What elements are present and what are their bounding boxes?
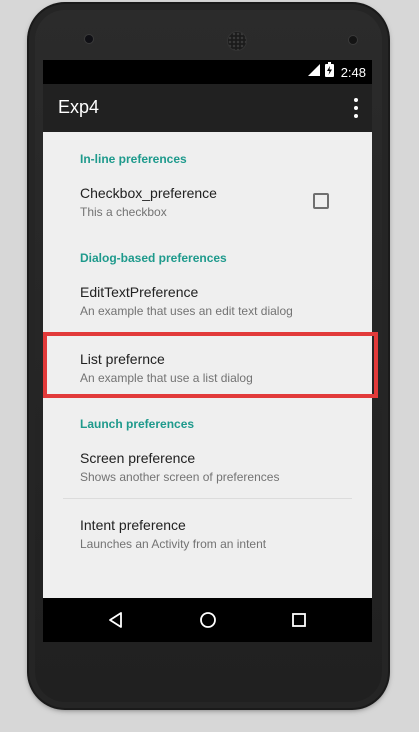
status-time: 2:48 xyxy=(340,64,366,80)
app-bar: Exp4 xyxy=(43,84,372,132)
navigation-bar xyxy=(43,598,372,642)
status-bar: 2:48 xyxy=(43,60,372,84)
highlight-box xyxy=(43,332,378,398)
pref-title: Checkbox_preference xyxy=(80,185,217,201)
checkbox-preference[interactable]: Checkbox_preference This a checkbox xyxy=(80,185,350,219)
pref-title: EditTextPreference xyxy=(80,284,199,300)
back-icon[interactable] xyxy=(106,610,126,630)
pref-title: Screen preference xyxy=(80,450,196,466)
battery-icon xyxy=(324,62,334,82)
recents-icon[interactable] xyxy=(289,610,309,630)
intent-preference[interactable]: Intent preference Launches an Activity f… xyxy=(80,517,350,551)
pref-summary: Launches an Activity from an intent xyxy=(80,537,267,551)
pref-summary: This a checkbox xyxy=(80,205,167,219)
earpiece-speaker xyxy=(228,32,246,50)
pref-title: Intent preference xyxy=(80,517,186,533)
screen-preference[interactable]: Screen preference Shows another screen o… xyxy=(80,450,350,484)
category-inline-preferences: In-line preferences xyxy=(80,152,187,166)
pref-summary: An example that uses an edit text dialog xyxy=(80,304,293,318)
emulator-frame: 2:48 Exp4 In-line preferences Checkbox_p… xyxy=(0,0,419,732)
proximity-sensor xyxy=(349,36,357,44)
edittext-preference[interactable]: EditTextPreference An example that uses … xyxy=(80,284,350,318)
category-launch-preferences: Launch preferences xyxy=(80,417,195,431)
signal-icon xyxy=(307,63,321,82)
checkbox[interactable] xyxy=(313,193,329,209)
app-title: Exp4 xyxy=(58,97,100,117)
pref-summary: Shows another screen of preferences xyxy=(80,470,280,484)
overflow-menu-icon[interactable] xyxy=(352,98,360,118)
divider xyxy=(63,498,352,499)
category-dialog-preferences: Dialog-based preferences xyxy=(80,251,227,265)
home-icon[interactable] xyxy=(198,610,218,630)
front-camera xyxy=(85,35,93,43)
device-screen: 2:48 Exp4 In-line preferences Checkbox_p… xyxy=(43,60,372,598)
